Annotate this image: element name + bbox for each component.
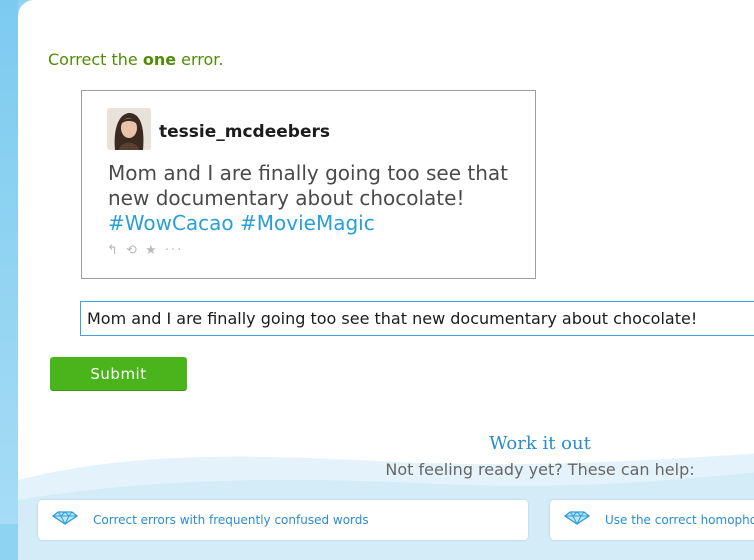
page-background-strip — [0, 0, 18, 524]
avatar — [107, 108, 151, 150]
answer-input[interactable] — [80, 301, 754, 336]
skill-label: Use the correct homophone — [605, 513, 754, 527]
prompt-emphasis: one — [142, 50, 177, 69]
tweet-card: tessie_mcdeebers Mom and I are finally g… — [81, 90, 536, 279]
skill-link-confused-words[interactable]: Correct errors with frequently confused … — [38, 500, 528, 540]
diamond-icon — [564, 511, 590, 525]
avatar-image — [107, 108, 151, 150]
work-it-out-heading: Work it out — [489, 433, 591, 454]
skill-label: Correct errors with frequently confused … — [93, 513, 369, 527]
submit-button[interactable]: Submit — [50, 357, 187, 390]
practice-panel: Correct the one error. tessie_mcdeebers … — [18, 0, 754, 560]
question-prompt: Correct the one error. — [48, 50, 224, 69]
tweet-actions: ↰ ⟲ ★ ··· — [107, 243, 183, 258]
prompt-text-before: Correct the — [48, 50, 143, 69]
tweet-handle: tessie_mcdeebers — [159, 122, 330, 142]
tweet-hashtags: #WowCacao #MovieMagic — [108, 211, 375, 235]
diamond-icon — [52, 511, 78, 525]
prompt-text-after: error. — [176, 50, 224, 69]
work-it-out-subtitle: Not feeling ready yet? These can help: — [385, 460, 695, 479]
tweet-text: Mom and I are finally going too see that… — [108, 161, 508, 210]
tweet-body: Mom and I are finally going too see that… — [108, 161, 528, 236]
tweet-action-icons: ↰ ⟲ ★ ··· — [107, 243, 184, 258]
skill-link-homophone[interactable]: Use the correct homophone — [550, 500, 754, 540]
